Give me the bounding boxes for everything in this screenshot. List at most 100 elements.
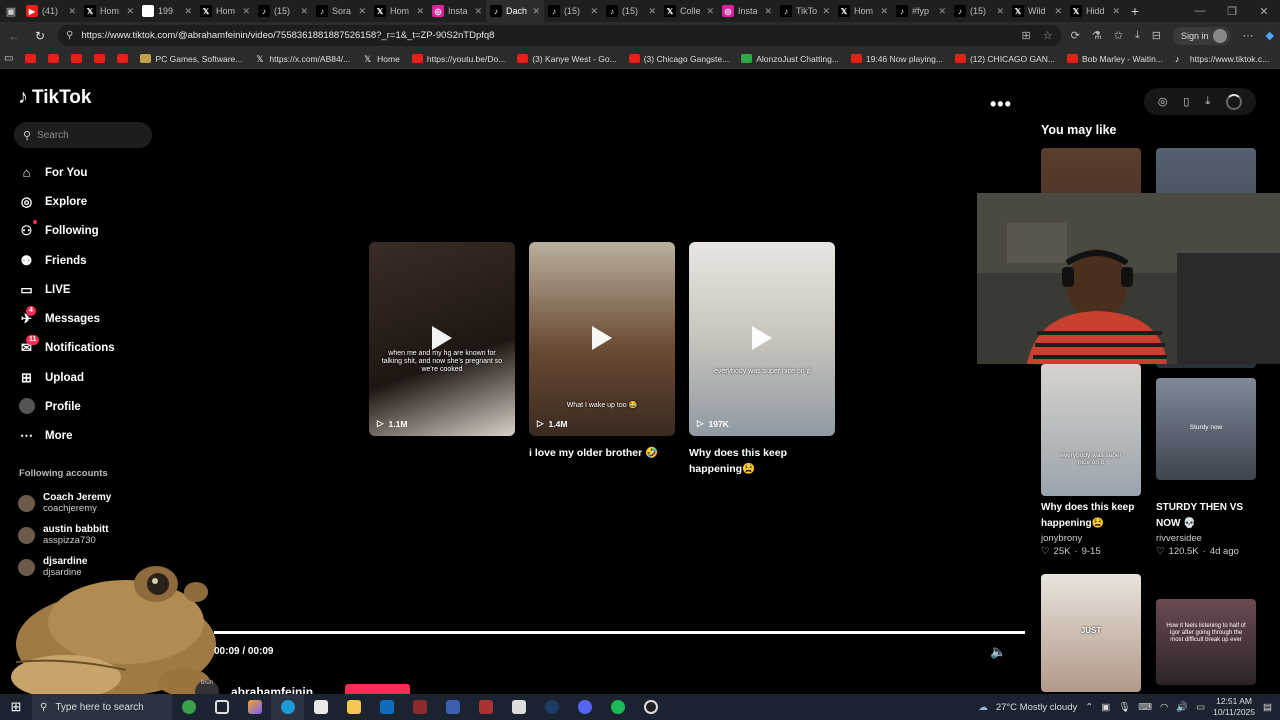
bookmark-item[interactable]: 𝕏 Home [362, 54, 400, 65]
play-icon[interactable] [432, 326, 452, 350]
browser-tab[interactable]: 𝕏 Hom ✕ [834, 0, 892, 22]
bookmark-item[interactable] [94, 54, 106, 63]
more-options-icon[interactable]: ••• [990, 94, 1012, 115]
bookmark-item[interactable]: AlonzoJust Chatting... [741, 54, 839, 64]
rail-video-thumb[interactable]: JUST [1041, 574, 1141, 692]
refresh-icon[interactable]: ↻ [32, 29, 48, 43]
browser-tab[interactable]: / 199 ✕ [138, 0, 196, 22]
store-icon[interactable] [304, 694, 337, 720]
nav-item-friends[interactable]: ⚉ Friends [18, 246, 158, 275]
close-window-icon[interactable]: ✕ [1248, 5, 1280, 18]
network-icon[interactable]: ⌨ [1138, 702, 1152, 713]
video-thumbnail[interactable]: everybody was super nice on it ▷ 197K [689, 242, 835, 436]
nav-item-upload[interactable]: ⊞ Upload [18, 363, 158, 392]
close-tab-icon[interactable]: ✕ [474, 6, 482, 17]
close-tab-icon[interactable]: ✕ [242, 6, 250, 17]
nav-item-for-you[interactable]: ⌂ For You [18, 158, 158, 187]
browser-tab[interactable]: ♪ #fyp ✕ [892, 0, 950, 22]
discord-icon[interactable] [568, 694, 601, 720]
spotify-icon[interactable] [601, 694, 634, 720]
rail-video-thumb[interactable]: How it feels listening to half of Igor a… [1156, 599, 1256, 685]
browser-tab[interactable]: ♪ (15) ✕ [544, 0, 602, 22]
sign-in-button[interactable]: Sign in [1173, 26, 1231, 45]
settings-more-icon[interactable]: ⋯ [1243, 29, 1254, 42]
camera-icon[interactable]: ▣ [1101, 702, 1110, 713]
outlook-icon[interactable] [370, 694, 403, 720]
rail-video-author[interactable]: jonybrony [1041, 533, 1082, 544]
rail-video-author[interactable]: rivversidee [1156, 533, 1202, 544]
browser-tab[interactable]: 𝕏 Wild ✕ [1008, 0, 1066, 22]
speaker-icon[interactable]: 🔊 [1176, 702, 1188, 713]
extensions-icon[interactable]: ⟳ [1071, 29, 1080, 42]
restore-icon[interactable]: ❐ [1216, 5, 1248, 18]
close-tab-icon[interactable]: ✕ [938, 6, 946, 17]
battery-icon[interactable]: ▭ [1196, 702, 1205, 713]
video-card[interactable]: everybody was super nice on it ▷ 197K Why d… [689, 242, 835, 477]
close-tab-icon[interactable]: ✕ [1112, 6, 1120, 17]
close-tab-icon[interactable]: ✕ [68, 6, 76, 17]
nav-item-following[interactable]: ⚇ Following [18, 217, 158, 246]
mic-icon[interactable]: 🎙 [1118, 702, 1130, 713]
close-tab-icon[interactable]: ✕ [126, 6, 134, 17]
site-info-icon[interactable]: ⚲ [66, 30, 73, 41]
close-tab-icon[interactable]: ✕ [764, 6, 772, 17]
nav-item-live[interactable]: ▭ LIVE [18, 275, 158, 304]
rail-video-thumb[interactable]: Sturdy now [1156, 378, 1256, 480]
tray-overflow-icon[interactable]: ⌃ [1085, 702, 1093, 713]
video-card[interactable]: What I wake up too 😂 ▷ 1.4M i love my older… [529, 242, 675, 477]
game-app-icon[interactable] [403, 694, 436, 720]
browser-tab[interactable]: 𝕏 Hom ✕ [80, 0, 138, 22]
close-tab-icon[interactable]: ✕ [184, 6, 192, 17]
video-progress-bar[interactable] [214, 631, 1025, 634]
weather-text[interactable]: 27°C Mostly cloudy [996, 702, 1077, 713]
close-tab-icon[interactable]: ✕ [358, 6, 366, 17]
bookmark-item[interactable]: 19:46 Now playing... [850, 54, 943, 64]
steam-icon[interactable] [535, 694, 568, 720]
download-icon[interactable]: ⤓ [1205, 95, 1210, 108]
close-tab-icon[interactable]: ✕ [532, 6, 540, 17]
browser-tab[interactable]: 𝕏 Hidd ✕ [1066, 0, 1124, 22]
browser-tab[interactable]: ◎ Insta ✕ [428, 0, 486, 22]
nav-item-notifications[interactable]: ✉ 11 Notifications [18, 334, 158, 363]
search-box[interactable]: ⚲ [14, 122, 152, 148]
back-icon[interactable]: ← [6, 29, 22, 43]
weather-icon[interactable]: ☁ [978, 702, 988, 713]
task-view-icon[interactable] [205, 694, 238, 720]
nav-item-more[interactable]: ⋯ More [18, 422, 158, 451]
rail-video-title[interactable]: STURDY THEN VS NOW 💀 [1156, 500, 1266, 532]
sidebar-toggle-icon[interactable]: ▭ [4, 53, 13, 64]
browser-tab[interactable]: 𝕏 Hom ✕ [196, 0, 254, 22]
bookmark-item[interactable]: 𝕏https://x.com/AB84/... [254, 54, 350, 65]
close-tab-icon[interactable]: ✕ [1054, 6, 1062, 17]
bookmark-item[interactable]: ♪ https://www.tiktok.c... [1175, 54, 1269, 65]
edge-icon[interactable] [271, 694, 304, 720]
volume-icon[interactable]: 🔈 [990, 644, 1006, 660]
bookmark-item[interactable] [71, 54, 83, 63]
browser-tab[interactable]: ▶ (41) ✕ [22, 0, 80, 22]
taskbar-search[interactable]: ⚲ Type here to search [32, 694, 172, 720]
tab-actions-icon[interactable]: ▣ [0, 0, 22, 22]
search-input[interactable] [37, 129, 138, 141]
following-account[interactable]: Coach Jeremy coachjeremy [18, 487, 158, 519]
browser-tab[interactable]: ♪ (15) ✕ [254, 0, 312, 22]
browser-tab[interactable]: ◎ Insta ✕ [718, 0, 776, 22]
windows-start-icon[interactable]: ⊞ [0, 699, 32, 715]
file-explorer-icon[interactable] [337, 694, 370, 720]
clock[interactable]: 12:51 AM 10/11/2025 [1213, 696, 1255, 718]
copilot-app-icon[interactable] [238, 694, 271, 720]
browser-tab[interactable]: ♪ TikTo ✕ [776, 0, 834, 22]
video-thumbnail[interactable]: when me and my hg are known for talking … [369, 242, 515, 436]
sports-app-icon[interactable] [502, 694, 535, 720]
rail-video-thumb[interactable]: everybody was super nice on it [1041, 364, 1141, 496]
app-available-icon[interactable]: ⊞ [1022, 29, 1031, 42]
copilot-icon[interactable]: ◆ [1266, 29, 1274, 42]
browser-tab[interactable]: 𝕏 Hom ✕ [370, 0, 428, 22]
browser-tab[interactable]: ♪ (15) ✕ [950, 0, 1008, 22]
close-tab-icon[interactable]: ✕ [590, 6, 598, 17]
browser-tab[interactable]: ♪ Dach ✕ [486, 0, 544, 22]
url-field[interactable]: ⚲ https://www.tiktok.com/@abrahamfeinin/… [58, 25, 1061, 46]
browser-tab[interactable]: 𝕏 Colle ✕ [660, 0, 718, 22]
browser-tab[interactable]: ♪ Sora ✕ [312, 0, 370, 22]
bookmark-item[interactable] [48, 54, 60, 63]
tiktok-logo[interactable]: ♪ TikTok [18, 86, 91, 109]
